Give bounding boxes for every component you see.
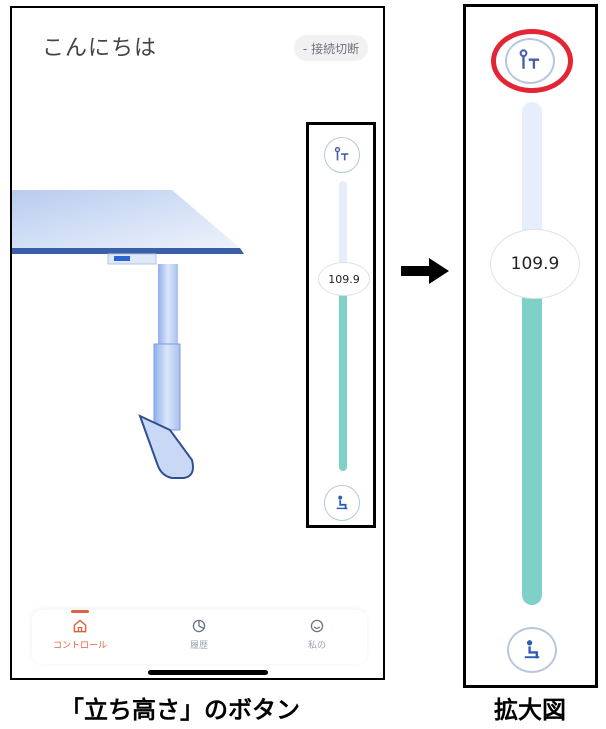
greeting-title: こんにちは	[42, 36, 158, 61]
chart-icon	[192, 619, 206, 633]
desk-illustration	[12, 190, 244, 479]
zoom-height-value-display: 109.9	[490, 229, 580, 299]
desk-leg-lower	[153, 343, 181, 431]
tab-history[interactable]: 履歴	[154, 618, 244, 651]
slider-track-filled[interactable]	[339, 289, 347, 471]
tab-control-label: コントロール	[52, 641, 107, 651]
tab-history-label: 履歴	[189, 641, 208, 651]
height-value-display: 109.9	[318, 262, 370, 296]
sitting-person-icon	[524, 640, 540, 659]
desk-top	[12, 190, 240, 248]
smile-icon	[310, 619, 324, 633]
phone-screenshot: こんにちは - 接続切断 109.9 コントロール 履歴 私の	[10, 6, 385, 680]
tab-control[interactable]: コントロール	[35, 618, 125, 651]
caption-standing-button: 「立ち高さ」のボタン	[60, 696, 300, 724]
desk-leg-upper	[158, 264, 178, 346]
sitting-height-button[interactable]	[324, 485, 360, 521]
bottom-nav: コントロール 履歴 私の	[32, 610, 367, 664]
standing-person-icon	[519, 49, 540, 69]
desk-top-edge	[12, 248, 244, 254]
zoom-slider-track-filled[interactable]	[522, 275, 542, 605]
home-icon	[73, 619, 87, 633]
sitting-person-icon	[336, 495, 348, 510]
standing-person-icon	[334, 146, 349, 161]
active-tab-indicator	[71, 610, 89, 613]
standing-height-button[interactable]	[324, 137, 360, 173]
arrow-right-icon	[401, 258, 449, 284]
zoom-sitting-height-button[interactable]	[507, 627, 557, 673]
tab-mine[interactable]: 私の	[272, 618, 362, 651]
home-indicator	[148, 670, 268, 675]
control-box-display	[114, 256, 130, 261]
caption-zoom: 拡大図	[494, 696, 566, 724]
height-slider-highlight-box: 109.9	[306, 122, 376, 528]
disconnect-button[interactable]: - 接続切断	[294, 35, 368, 61]
zoom-standing-height-button[interactable]	[505, 38, 555, 84]
tab-mine-label: 私の	[307, 641, 326, 651]
zoom-panel: 109.9	[463, 4, 598, 688]
